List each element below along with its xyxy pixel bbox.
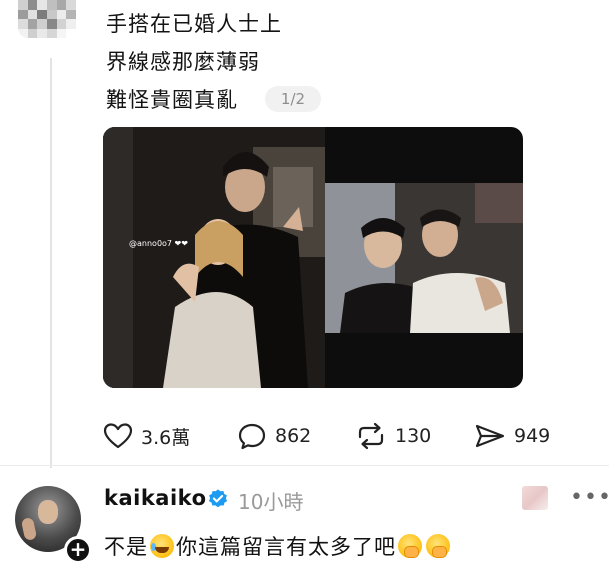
thread-connector-line xyxy=(50,58,52,468)
repost-count: 130 xyxy=(395,425,432,447)
reply-timestamp: 10小時 xyxy=(238,490,304,514)
speech-bubble-icon xyxy=(238,423,266,450)
face-with-hand-over-mouth-icon xyxy=(398,534,422,558)
share-button[interactable]: 949 xyxy=(474,418,550,454)
more-dots-icon[interactable]: ••• xyxy=(570,487,609,509)
like-count: 3.6萬 xyxy=(141,426,191,449)
image-page-indicator: 1/2 xyxy=(265,86,321,112)
post-text-line-1: 手搭在已婚人士上 xyxy=(106,12,282,36)
reply-text: 不是 你這篇留言有太多了吧 xyxy=(104,531,452,561)
comment-button[interactable]: 862 xyxy=(237,418,311,454)
photo-2-illustration xyxy=(325,183,523,333)
post-action-bar: 3.6萬 862 130 949 xyxy=(0,418,609,454)
post-photo-1[interactable]: @anno0o7 ❤❤ xyxy=(103,127,325,388)
post-photo-2[interactable] xyxy=(325,183,523,333)
like-button[interactable]: 3.6萬 xyxy=(103,418,190,454)
face-with-tears-of-joy-icon xyxy=(150,534,174,558)
photo-1-illustration xyxy=(103,127,325,388)
paper-plane-icon xyxy=(475,424,505,448)
comment-count: 862 xyxy=(275,425,312,447)
repost-arrows-icon xyxy=(358,422,384,450)
repost-button[interactable]: 130 xyxy=(355,418,431,454)
original-poster-avatar[interactable] xyxy=(18,0,76,38)
redacted-badge xyxy=(522,486,548,510)
post-text-line-2: 界線感那麼薄弱 xyxy=(106,50,260,74)
reply-text-part-2: 你這篇留言有太多了吧 xyxy=(176,535,396,559)
plus-icon[interactable]: + xyxy=(64,536,92,564)
avatar-face xyxy=(38,500,58,524)
avatar-hand xyxy=(20,516,38,542)
photo-mention-tag: @anno0o7 ❤❤ xyxy=(129,239,188,248)
reply-divider xyxy=(0,465,609,466)
face-with-hand-over-mouth-icon xyxy=(426,534,450,558)
post-media-carousel[interactable]: @anno0o7 ❤❤ xyxy=(103,127,523,388)
share-count: 949 xyxy=(514,425,551,447)
reply-username[interactable]: kaikaiko xyxy=(104,486,207,510)
reply-text-part-1: 不是 xyxy=(104,535,148,559)
heart-icon xyxy=(103,423,133,449)
post-text-line-3: 難怪貴圈真亂 xyxy=(106,88,238,112)
verified-badge-icon xyxy=(208,489,228,508)
